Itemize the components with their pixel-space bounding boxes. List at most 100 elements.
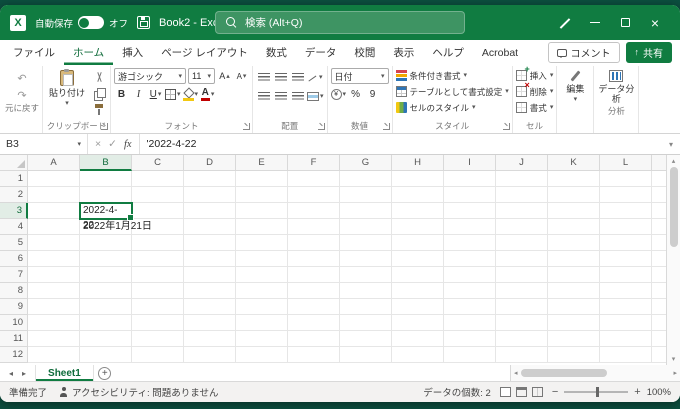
cell-M6[interactable]	[652, 251, 666, 267]
sheet-nav-left-icon[interactable]: ◂	[9, 369, 13, 378]
cell-C2[interactable]	[132, 187, 184, 203]
cell-B2[interactable]	[80, 187, 132, 203]
cell-M2[interactable]	[652, 187, 666, 203]
font-size-select[interactable]: 11 ▾	[188, 68, 216, 84]
cell-M10[interactable]	[652, 315, 666, 331]
excel-app-icon[interactable]: X	[10, 14, 26, 31]
cell-I9[interactable]	[444, 299, 496, 315]
cell-G6[interactable]	[340, 251, 392, 267]
scroll-up-icon[interactable]: ▴	[672, 155, 676, 167]
align-left-button[interactable]	[256, 89, 271, 104]
confirm-entry-button[interactable]: ✓	[108, 138, 117, 150]
cell-H2[interactable]	[392, 187, 444, 203]
cell-D1[interactable]	[184, 171, 236, 187]
cell-E10[interactable]	[236, 315, 288, 331]
cell-L6[interactable]	[600, 251, 652, 267]
vertical-scrollbar[interactable]: ▴ ▾	[666, 155, 680, 365]
cell-A12[interactable]	[28, 347, 80, 363]
column-header-C[interactable]: C	[132, 155, 184, 171]
cell-I8[interactable]	[444, 283, 496, 299]
column-header-B[interactable]: B	[80, 155, 132, 171]
paste-button[interactable]: 貼り付け ▾	[46, 68, 88, 107]
ribbon-tab-挿入[interactable]: 挿入	[113, 40, 152, 65]
clipboard-dialog-launcher-icon[interactable]	[101, 123, 109, 130]
cell-E7[interactable]	[236, 267, 288, 283]
cell-E4[interactable]	[236, 219, 288, 235]
cell-D4[interactable]	[184, 219, 236, 235]
cell-E8[interactable]	[236, 283, 288, 299]
fill-color-button[interactable]: ▾	[182, 87, 198, 102]
ribbon-tab-数式[interactable]: 数式	[257, 40, 296, 65]
cell-E2[interactable]	[236, 187, 288, 203]
scroll-left-icon[interactable]: ◂	[514, 369, 518, 377]
cell-F8[interactable]	[288, 283, 340, 299]
ribbon-tab-Acrobat[interactable]: Acrobat	[473, 40, 527, 65]
ribbon-tab-校閲[interactable]: 校閲	[345, 40, 384, 65]
format-cells-button[interactable]: 書式 ▾	[515, 100, 553, 115]
cell-F11[interactable]	[288, 331, 340, 347]
cell-F2[interactable]	[288, 187, 340, 203]
row-header-3[interactable]: 3	[0, 203, 28, 219]
cell-H6[interactable]	[392, 251, 444, 267]
ribbon-tab-データ[interactable]: データ	[296, 40, 346, 65]
horizontal-scrollbar[interactable]: ◂ ▸	[510, 365, 680, 381]
cell-G12[interactable]	[340, 347, 392, 363]
cell-C12[interactable]	[132, 347, 184, 363]
font-name-select[interactable]: 游ゴシック ▾	[114, 68, 187, 84]
cell-M8[interactable]	[652, 283, 666, 299]
cell-B9[interactable]	[80, 299, 132, 315]
cell-M3[interactable]	[652, 203, 666, 219]
zoom-in-button[interactable]: +	[634, 386, 640, 398]
cell-J5[interactable]	[496, 235, 548, 251]
cell-D6[interactable]	[184, 251, 236, 267]
cell-H9[interactable]	[392, 299, 444, 315]
row-header-5[interactable]: 5	[0, 235, 28, 251]
cell-B8[interactable]	[80, 283, 132, 299]
number-dialog-launcher-icon[interactable]	[382, 123, 390, 130]
cell-J11[interactable]	[496, 331, 548, 347]
cell-I2[interactable]	[444, 187, 496, 203]
page-layout-view-button[interactable]	[515, 387, 527, 397]
scroll-right-icon[interactable]: ▸	[673, 369, 677, 377]
column-header-K[interactable]: K	[548, 155, 600, 171]
cell-E5[interactable]	[236, 235, 288, 251]
cell-L5[interactable]	[600, 235, 652, 251]
row-header-2[interactable]: 2	[0, 187, 28, 203]
cell-D2[interactable]	[184, 187, 236, 203]
cell-J3[interactable]	[496, 203, 548, 219]
cell-B6[interactable]	[80, 251, 132, 267]
close-button[interactable]: ×	[640, 5, 670, 40]
cell-H3[interactable]	[392, 203, 444, 219]
sheet-tab-Sheet1[interactable]: Sheet1	[35, 365, 94, 381]
column-header-J[interactable]: J	[496, 155, 548, 171]
cell-L3[interactable]	[600, 203, 652, 219]
cell-D10[interactable]	[184, 315, 236, 331]
row-header-7[interactable]: 7	[0, 267, 28, 283]
delete-cells-button[interactable]: 削除 ▾	[515, 80, 553, 99]
cell-D3[interactable]	[184, 203, 236, 219]
cell-F5[interactable]	[288, 235, 340, 251]
cell-M1[interactable]	[652, 171, 666, 187]
borders-button[interactable]: ▾	[165, 87, 181, 102]
row-header-8[interactable]: 8	[0, 283, 28, 299]
cell-D9[interactable]	[184, 299, 236, 315]
cell-B10[interactable]	[80, 315, 132, 331]
cell-L11[interactable]	[600, 331, 652, 347]
column-header-L[interactable]: L	[600, 155, 652, 171]
autosave-control[interactable]: 自動保存 オフ	[35, 16, 128, 30]
cell-K6[interactable]	[548, 251, 600, 267]
accessibility-status[interactable]: アクセシビリティ: 問題ありません	[59, 385, 218, 399]
cell-C7[interactable]	[132, 267, 184, 283]
cell-L10[interactable]	[600, 315, 652, 331]
row-header-9[interactable]: 9	[0, 299, 28, 315]
ribbon-tab-ページ レイアウト[interactable]: ページ レイアウト	[152, 40, 257, 65]
zoom-slider[interactable]	[564, 387, 629, 397]
zoom-out-button[interactable]: −	[552, 386, 558, 398]
cell-J2[interactable]	[496, 187, 548, 203]
font-dialog-launcher-icon[interactable]	[243, 123, 251, 130]
cell-M7[interactable]	[652, 267, 666, 283]
zoom-level[interactable]: 100%	[647, 387, 671, 398]
cell-C3[interactable]	[132, 203, 184, 219]
cell-K8[interactable]	[548, 283, 600, 299]
insert-cells-button[interactable]: 挿入 ▾	[515, 65, 553, 83]
